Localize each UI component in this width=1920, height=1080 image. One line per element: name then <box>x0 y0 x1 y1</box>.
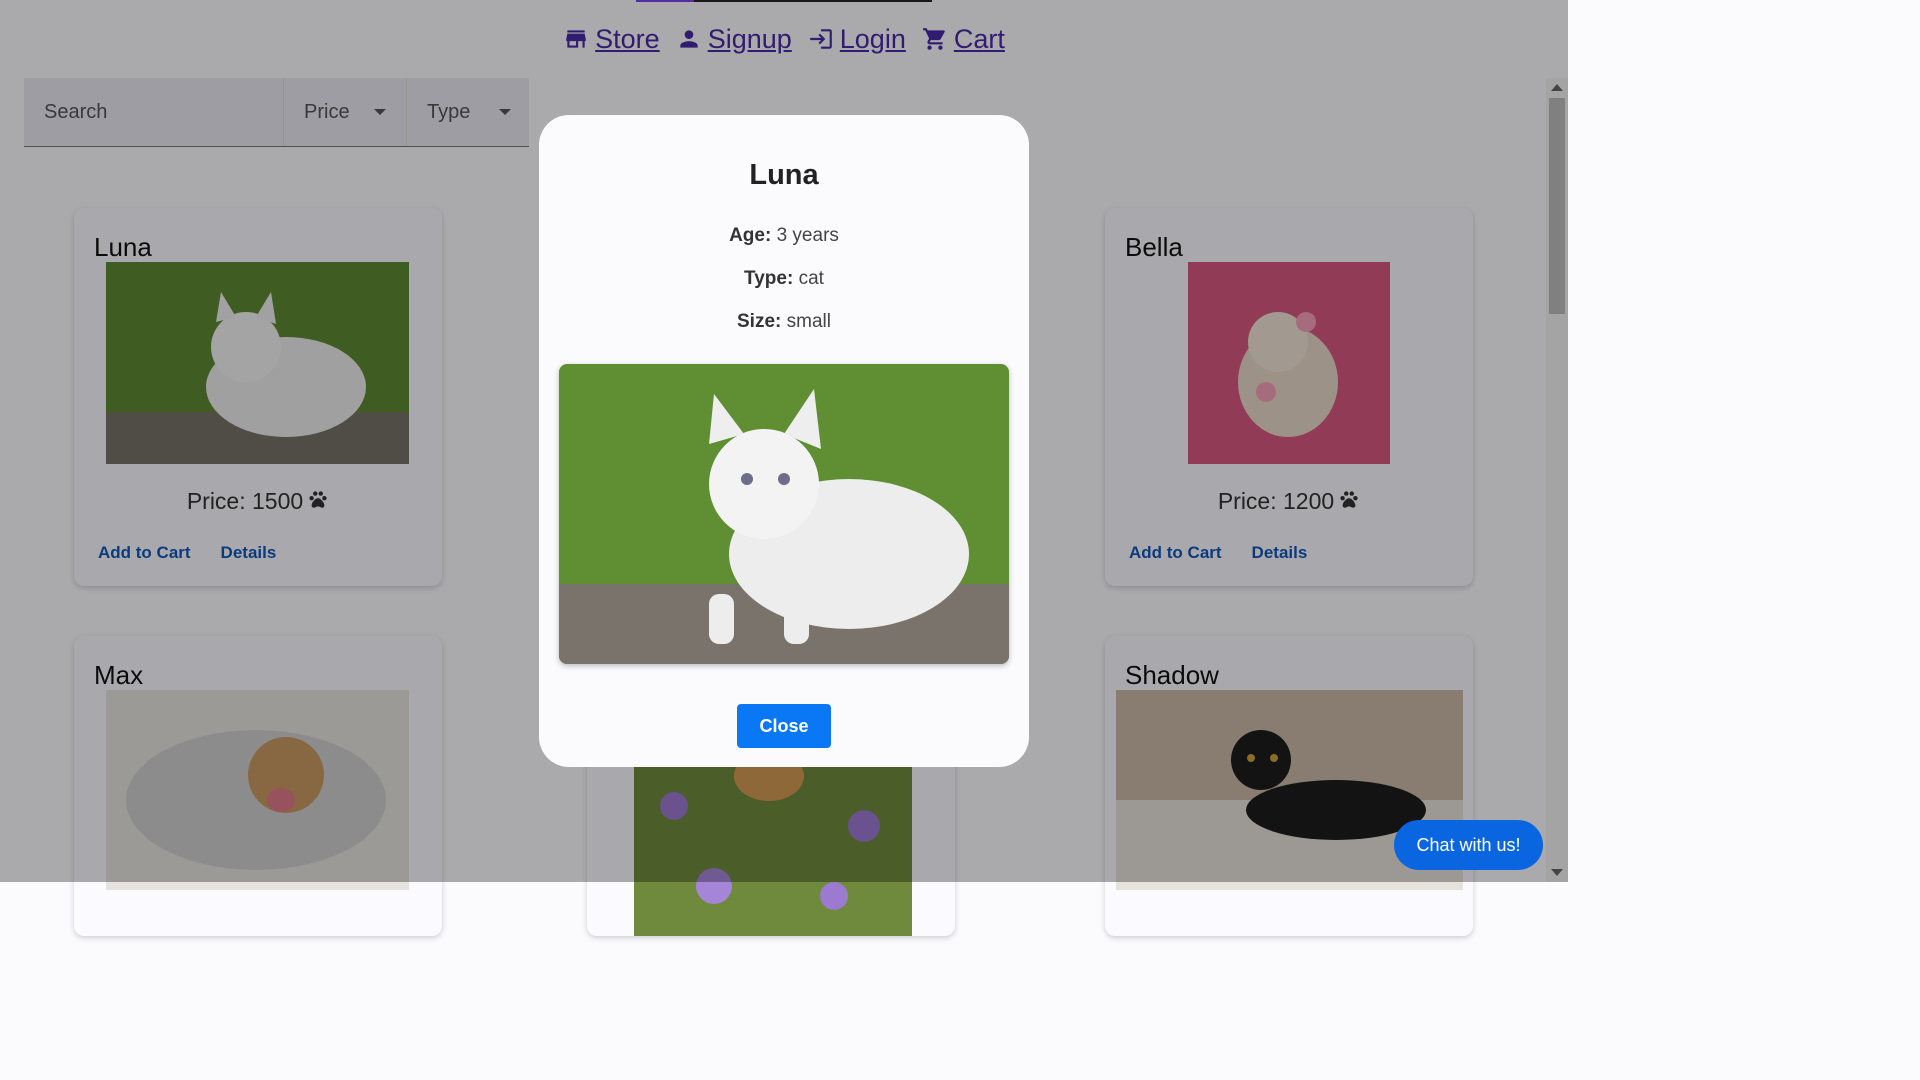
pet-store-page: Store Signup Login Cart Search Price Typ… <box>0 0 1568 936</box>
modal-type-label: Type: <box>744 268 794 289</box>
close-button[interactable]: Close <box>737 704 831 748</box>
modal-type-value: cat <box>793 268 824 289</box>
modal-pet-photo <box>559 364 1009 664</box>
modal-age-label: Age: <box>729 225 772 246</box>
modal-age: Age: 3 years <box>539 225 1029 247</box>
modal-type: Type: cat <box>539 268 1029 290</box>
modal-size: Size: small <box>539 311 1029 333</box>
pet-details-modal: Luna Age: 3 years Type: cat Size: small … <box>539 115 1029 767</box>
chat-button[interactable]: Chat with us! <box>1394 820 1543 870</box>
modal-age-value: 3 years <box>771 225 839 246</box>
modal-size-value: small <box>781 311 831 332</box>
modal-title: Luna <box>749 159 819 191</box>
modal-size-label: Size: <box>737 311 782 332</box>
